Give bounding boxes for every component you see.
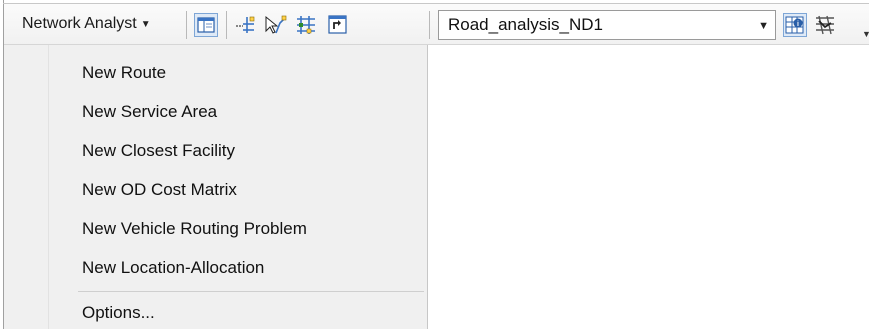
network-analyst-dropdown-menu: New Route New Service Area New Closest F…: [4, 45, 428, 329]
menu-item-label: New Vehicle Routing Problem: [82, 219, 307, 238]
toolbar-separator: [429, 11, 430, 39]
menu-item-label: New Location-Allocation: [82, 258, 265, 277]
toolbar-separator: [186, 11, 187, 39]
chevron-down-icon[interactable]: ▼: [758, 20, 769, 32]
menu-item-new-service-area[interactable]: New Service Area: [8, 94, 424, 130]
menu-divider: [78, 291, 424, 292]
svg-text:i: i: [797, 21, 799, 28]
network-analyst-label: Network Analyst: [22, 15, 137, 32]
menu-item-label: New Closest Facility: [82, 141, 236, 160]
solve-grid-icon[interactable]: [294, 13, 318, 37]
network-analyst-menu-button[interactable]: Network Analyst ▼: [22, 12, 151, 36]
menu-item-label: New Route: [82, 63, 167, 82]
menu-item-new-od-cost-matrix[interactable]: New OD Cost Matrix: [8, 172, 424, 208]
menu-item-label: Options...: [82, 303, 155, 322]
menu-item-options[interactable]: Options...: [8, 295, 424, 329]
create-network-location-icon[interactable]: [234, 13, 258, 37]
menu-item-label: New Service Area: [82, 102, 218, 121]
menu-item-new-closest-facility[interactable]: New Closest Facility: [8, 133, 424, 169]
toolbar-overflow-icon[interactable]: ▼: [862, 29, 869, 39]
directions-window-icon[interactable]: [326, 13, 350, 37]
chevron-down-icon: ▼: [140, 18, 151, 30]
network-analyst-toolbar: Network Analyst ▼ Road_analysis_ND1 ▼ i …: [4, 4, 869, 45]
menu-item-new-vehicle-routing-problem[interactable]: New Vehicle Routing Problem: [8, 211, 424, 247]
menu-item-new-location-allocation[interactable]: New Location-Allocation: [8, 250, 424, 286]
build-network-icon[interactable]: i: [783, 13, 807, 37]
menu-item-new-route[interactable]: New Route: [8, 55, 424, 91]
network-identify-icon[interactable]: [813, 13, 837, 37]
select-move-location-icon[interactable]: [262, 13, 287, 37]
arcmap-window: Network Analyst ▼ Road_analysis_ND1 ▼ i …: [0, 0, 869, 329]
network-dataset-value: Road_analysis_ND1: [448, 15, 603, 34]
toolbar-separator: [226, 11, 227, 39]
network-analyst-window-icon[interactable]: [194, 13, 218, 37]
menu-item-label: New OD Cost Matrix: [82, 180, 237, 199]
network-dataset-combobox[interactable]: Road_analysis_ND1 ▼: [438, 10, 776, 40]
